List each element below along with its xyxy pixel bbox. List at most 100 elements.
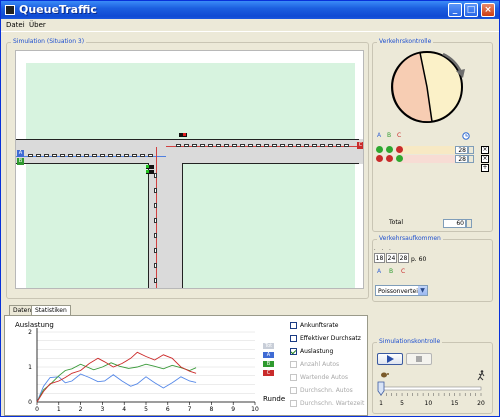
traffic-lane-c: C bbox=[401, 268, 406, 275]
car bbox=[92, 154, 97, 157]
car bbox=[272, 144, 277, 147]
play-icon bbox=[387, 355, 394, 363]
car bbox=[140, 154, 145, 157]
play-button[interactable] bbox=[377, 353, 403, 365]
car bbox=[100, 154, 105, 157]
window-title: QueueTraffic bbox=[19, 3, 97, 16]
distribution-select[interactable]: Poissonverteilt ▼ bbox=[375, 285, 428, 296]
x-tick-label: 7 bbox=[188, 406, 192, 413]
phase-row-2[interactable]: 28 bbox=[376, 154, 486, 163]
car bbox=[76, 154, 81, 157]
turtle-icon bbox=[381, 372, 389, 378]
phase-row-1[interactable]: 28 bbox=[376, 145, 486, 154]
x-tick-label: 5 bbox=[144, 406, 148, 413]
menu-bar: Datei Über bbox=[1, 19, 499, 32]
slider-ticks: 1 5 10 15 20 bbox=[379, 393, 485, 407]
phase-2-light-a bbox=[376, 155, 383, 162]
checkbox-box[interactable] bbox=[290, 322, 297, 329]
chart-x-label: Runde bbox=[263, 395, 285, 403]
car bbox=[216, 144, 221, 147]
app-icon bbox=[5, 5, 15, 15]
phase-2-light-c bbox=[396, 155, 403, 162]
checkbox-wartende-autos: Wartende Autos bbox=[290, 374, 348, 381]
traffic-light-top bbox=[179, 133, 187, 137]
traffic-count-a[interactable]: 18 bbox=[374, 253, 385, 263]
simulation-group-title: Simulation (Situation 3) bbox=[11, 38, 87, 45]
total-input[interactable]: 60 bbox=[443, 219, 466, 228]
phase-header-a: A bbox=[377, 132, 382, 139]
checkbox-ankunftsrate[interactable]: Ankunftsrate bbox=[290, 322, 338, 329]
phase-1-duration-input[interactable]: 28 bbox=[455, 146, 468, 154]
car bbox=[288, 144, 293, 147]
traffic-lane-b: B bbox=[389, 268, 394, 275]
phase-clock[interactable] bbox=[389, 48, 469, 128]
phase-row-2-bar bbox=[399, 155, 459, 163]
slider-tick-label: 20 bbox=[477, 400, 485, 407]
stop-button bbox=[406, 353, 432, 365]
car bbox=[68, 154, 73, 157]
car bbox=[296, 144, 301, 147]
x-tick-label: 3 bbox=[100, 406, 104, 413]
legend-b: B bbox=[263, 361, 274, 367]
series-line-a bbox=[36, 373, 197, 403]
phase-2-duration-spinner[interactable] bbox=[468, 155, 474, 163]
slider-tick-label: 15 bbox=[451, 400, 459, 407]
checkbox-box bbox=[290, 400, 297, 407]
remove-phase-2-button[interactable]: × bbox=[481, 155, 489, 163]
traffic-count-b[interactable]: 24 bbox=[386, 253, 397, 263]
chevron-down-icon[interactable]: ▼ bbox=[418, 286, 427, 295]
title-bar[interactable]: QueueTraffic _ □ × bbox=[1, 1, 499, 19]
close-button[interactable]: × bbox=[481, 3, 495, 17]
y-tick-label: 1 bbox=[28, 364, 32, 371]
slider-tick-label: 1 bbox=[379, 400, 383, 407]
maximize-button[interactable]: □ bbox=[464, 3, 478, 17]
green-area-top bbox=[26, 63, 355, 139]
checkbox-box[interactable] bbox=[290, 348, 297, 355]
car bbox=[320, 144, 325, 147]
car bbox=[264, 144, 269, 147]
phase-2-duration-input[interactable]: 28 bbox=[455, 155, 468, 163]
checkbox-anzahl-autos: Anzahl Autos bbox=[290, 361, 339, 368]
x-tick-label: 8 bbox=[209, 406, 213, 413]
road-edge-top bbox=[16, 139, 359, 140]
total-label: Total bbox=[389, 219, 404, 226]
car bbox=[124, 154, 129, 157]
traffic-count-c[interactable]: 28 bbox=[398, 253, 409, 263]
traffic-volume-title: Verkehrsaufkommen bbox=[377, 235, 443, 242]
simulation-canvas[interactable]: A B C bbox=[15, 50, 364, 289]
stop-icon bbox=[416, 356, 422, 362]
phase-1-light-a bbox=[376, 146, 383, 153]
car bbox=[304, 144, 309, 147]
car bbox=[84, 154, 89, 157]
checkbox-durchschn-autos: Durchschn. Autos bbox=[290, 387, 353, 394]
remove-phase-1-button[interactable]: × bbox=[481, 146, 489, 154]
car bbox=[336, 144, 341, 147]
app-window: QueueTraffic _ □ × Datei Über Simulation… bbox=[0, 0, 500, 417]
y-tick-label: 0 bbox=[28, 399, 32, 406]
car bbox=[154, 203, 157, 208]
legend-a: A bbox=[263, 352, 274, 358]
menu-datei[interactable]: Datei bbox=[6, 21, 25, 29]
speed-slider[interactable]: 1 5 10 15 20 bbox=[376, 369, 491, 411]
minimize-button[interactable]: _ bbox=[448, 3, 462, 17]
car bbox=[192, 144, 197, 147]
menu-ueber[interactable]: Über bbox=[29, 21, 46, 29]
y-tick-label: 2 bbox=[28, 329, 32, 336]
checkbox-effektiver-durchsatz[interactable]: Effektiver Durchsatz bbox=[290, 335, 361, 342]
traffic-control-title: Verkehrskontrolle bbox=[377, 38, 434, 45]
car bbox=[176, 144, 181, 147]
checkbox-label: Anzahl Autos bbox=[300, 361, 340, 368]
checkbox-label: Durchschn. Wartezeit bbox=[300, 400, 365, 407]
phase-2-light-b bbox=[386, 155, 393, 162]
checkbox-box bbox=[290, 387, 297, 394]
legend-total: Tot bbox=[263, 343, 274, 349]
x-tick-label: 6 bbox=[166, 406, 170, 413]
slider-thumb[interactable] bbox=[377, 381, 385, 396]
checkbox-auslastung[interactable]: Auslastung bbox=[290, 348, 333, 355]
add-phase-button[interactable]: + bbox=[481, 164, 489, 172]
car bbox=[52, 154, 57, 157]
checkbox-box[interactable] bbox=[290, 335, 297, 342]
car bbox=[344, 144, 349, 147]
total-spinner[interactable] bbox=[466, 219, 472, 228]
phase-1-duration-spinner[interactable] bbox=[468, 146, 474, 154]
